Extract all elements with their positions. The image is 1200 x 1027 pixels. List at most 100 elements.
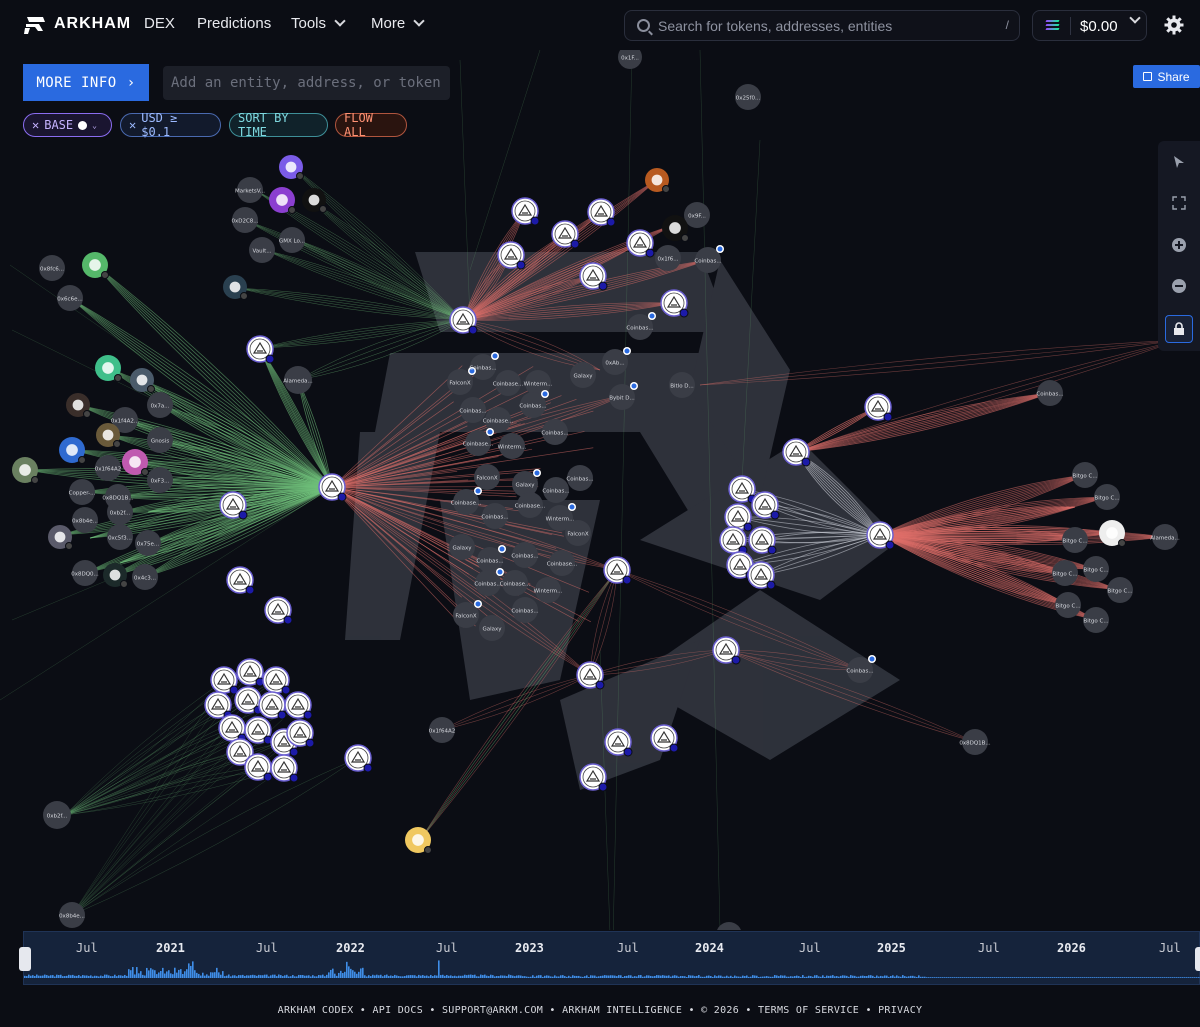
entity-node[interactable] xyxy=(603,556,632,585)
entity-node[interactable] xyxy=(587,198,616,227)
entity-node[interactable] xyxy=(258,691,287,720)
arkham-hub-node[interactable] xyxy=(318,473,347,502)
token-logo-node[interactable] xyxy=(130,368,155,393)
histogram-bar xyxy=(686,976,688,978)
wallet-logo-node[interactable] xyxy=(662,215,689,242)
entity-node[interactable] xyxy=(866,521,895,550)
timeline-end-handle[interactable] xyxy=(1195,947,1200,971)
polygon-logo-node[interactable] xyxy=(269,187,296,214)
wallet-dropdown[interactable]: $0.00 xyxy=(1032,10,1147,41)
entity-node[interactable] xyxy=(579,763,608,792)
histogram-bar xyxy=(594,975,596,978)
entity-node[interactable] xyxy=(286,719,315,748)
histogram-bar xyxy=(832,975,834,978)
entity-node[interactable] xyxy=(344,744,373,773)
entity-node[interactable] xyxy=(264,596,293,625)
entity-node[interactable] xyxy=(748,526,777,555)
histogram-bar xyxy=(398,976,400,978)
entity-node[interactable] xyxy=(270,754,299,783)
entity-node[interactable] xyxy=(210,666,239,695)
metamask-logo-node[interactable] xyxy=(645,168,670,193)
nav-predictions[interactable]: Predictions xyxy=(197,15,271,32)
entity-node[interactable] xyxy=(747,561,776,590)
histogram-bar xyxy=(390,975,392,978)
footer-links[interactable]: ARKHAM CODEX • API DOCS • SUPPORT@ARKM.C… xyxy=(0,1005,1200,1016)
entity-node[interactable] xyxy=(719,526,748,555)
protocol-logo-node[interactable] xyxy=(279,155,304,180)
node-label: Copper-... xyxy=(69,491,96,497)
kucoin-logo-node[interactable] xyxy=(95,355,122,382)
entity-node[interactable] xyxy=(226,566,255,595)
entity-node[interactable] xyxy=(219,491,248,520)
entity-node[interactable] xyxy=(728,475,757,504)
ftx-logo-node[interactable] xyxy=(223,275,248,300)
token-logo-node[interactable] xyxy=(66,393,91,418)
histogram-bar xyxy=(222,971,224,978)
entity-node[interactable] xyxy=(511,197,540,226)
entity-graph[interactable]: 0x8fc6... 0x6c6e... MarketsV... 0xD2C8... Va… xyxy=(0,50,1200,930)
entity-node[interactable] xyxy=(262,666,291,695)
token-logo-node[interactable] xyxy=(48,525,73,550)
share-button[interactable]: Share xyxy=(1133,65,1200,88)
close-icon[interactable]: ✕ xyxy=(32,118,39,132)
arkham-hub-node[interactable] xyxy=(449,306,478,335)
entity-node[interactable] xyxy=(864,393,893,422)
timeline-slider[interactable]: Jul 2021 Jul 2022 Jul 2023 Jul 2024 Jul 2025 Jul 20… xyxy=(19,931,1200,985)
entity-node[interactable] xyxy=(551,220,580,249)
entity-node[interactable] xyxy=(579,262,608,291)
zoom-in-icon[interactable] xyxy=(1170,236,1188,254)
histogram-bar xyxy=(1106,977,1108,978)
histogram-bar xyxy=(520,975,522,978)
entity-node[interactable] xyxy=(284,691,313,720)
pointer-icon[interactable] xyxy=(1170,153,1188,171)
more-info-button[interactable]: MORE INFO › xyxy=(23,64,149,101)
entity-node[interactable] xyxy=(604,728,633,757)
lock-icon[interactable] xyxy=(1165,315,1193,343)
protocol-logo-node[interactable] xyxy=(302,188,327,213)
histogram-bar xyxy=(774,975,776,978)
entity-node[interactable] xyxy=(497,241,526,270)
entity-node[interactable] xyxy=(218,714,247,743)
token-logo-node[interactable] xyxy=(59,437,86,464)
chevron-down-icon xyxy=(413,15,425,27)
add-entity-field[interactable] xyxy=(163,66,450,100)
zoom-out-icon[interactable] xyxy=(1170,277,1188,295)
histogram-bar xyxy=(262,975,264,978)
close-icon[interactable]: ✕ xyxy=(129,118,136,132)
flow-edge xyxy=(71,679,277,916)
entity-node[interactable] xyxy=(660,289,689,318)
entity-node[interactable] xyxy=(246,335,275,364)
entity-node[interactable] xyxy=(234,686,263,715)
entity-node[interactable] xyxy=(650,724,679,753)
sort-by-time-chip[interactable]: SORT BY TIME xyxy=(229,111,328,139)
histogram-bar xyxy=(1108,977,1110,978)
search-input[interactable] xyxy=(658,16,998,36)
entity-node[interactable] xyxy=(244,716,273,745)
token-logo-node[interactable] xyxy=(12,457,39,484)
protocol-logo-node[interactable] xyxy=(82,252,109,279)
histogram-bar xyxy=(638,975,640,978)
nav-tools[interactable]: Tools xyxy=(291,15,346,32)
entity-node[interactable] xyxy=(782,438,811,467)
arkham-logo[interactable]: ARKHAM xyxy=(24,13,131,35)
entity-node[interactable] xyxy=(751,491,780,520)
entity-node[interactable] xyxy=(244,753,273,782)
nav-dex[interactable]: DEX xyxy=(144,15,175,32)
flow-all-chip[interactable]: FLOW ALL xyxy=(335,111,407,139)
filter-chip-usd[interactable]: ✕ USD ≥ $0.1 xyxy=(120,111,221,139)
entity-node[interactable] xyxy=(626,229,655,258)
token-logo-node[interactable] xyxy=(103,563,128,588)
node-label: FalconX xyxy=(567,532,588,538)
global-search[interactable]: / xyxy=(624,10,1020,41)
timeline-start-handle[interactable] xyxy=(19,947,31,971)
filter-chip-base[interactable]: ✕ BASE ⌄ xyxy=(23,113,112,137)
entity-node[interactable] xyxy=(236,658,265,687)
entity-node[interactable] xyxy=(576,661,605,690)
fit-view-icon[interactable] xyxy=(1170,194,1188,212)
add-entity-input[interactable] xyxy=(163,66,450,100)
histogram-bar xyxy=(1048,977,1050,978)
histogram-bar xyxy=(676,975,678,978)
entity-node[interactable] xyxy=(712,636,741,665)
nav-more[interactable]: More xyxy=(371,15,425,32)
gear-icon[interactable] xyxy=(1164,15,1184,35)
